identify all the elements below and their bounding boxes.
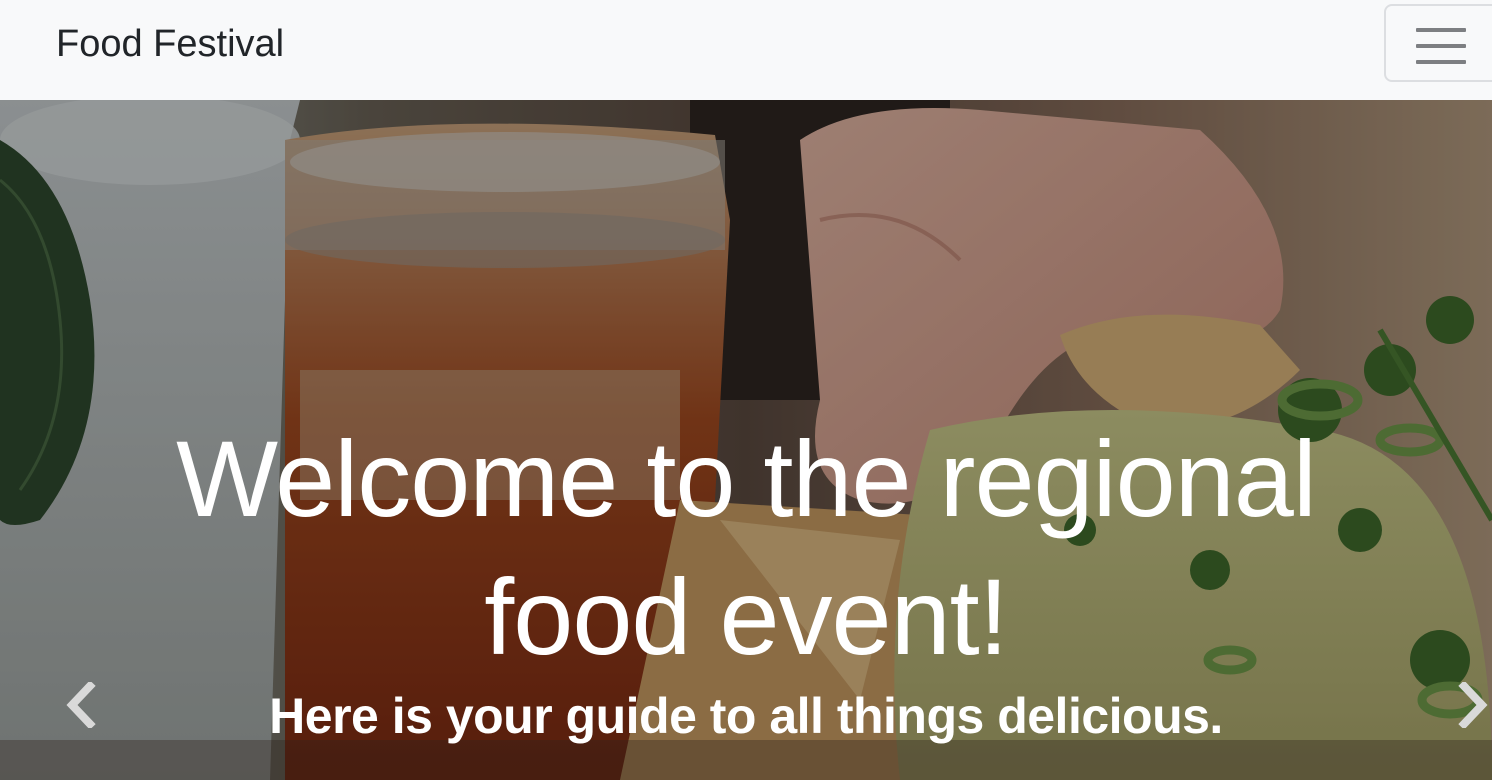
navbar-brand[interactable]: Food Festival — [56, 22, 284, 66]
hero-title: Welcome to the regional food event! — [0, 410, 1492, 686]
hero-title-line-2: food event! — [484, 556, 1008, 677]
carousel-next-button[interactable] — [1430, 660, 1492, 750]
hamburger-menu-icon — [1416, 28, 1466, 64]
chevron-left-icon — [66, 682, 96, 728]
chevron-right-icon — [1458, 682, 1488, 728]
hero-title-line-1: Welcome to the regional — [176, 418, 1317, 539]
carousel-prev-button[interactable] — [36, 660, 126, 750]
hero-subtitle: Here is your guide to all things delicio… — [269, 688, 1223, 744]
navbar: Food Festival — [0, 0, 1492, 100]
navbar-toggler-button[interactable] — [1384, 4, 1492, 82]
hero-carousel: Welcome to the regional food event! Here… — [0, 100, 1492, 780]
